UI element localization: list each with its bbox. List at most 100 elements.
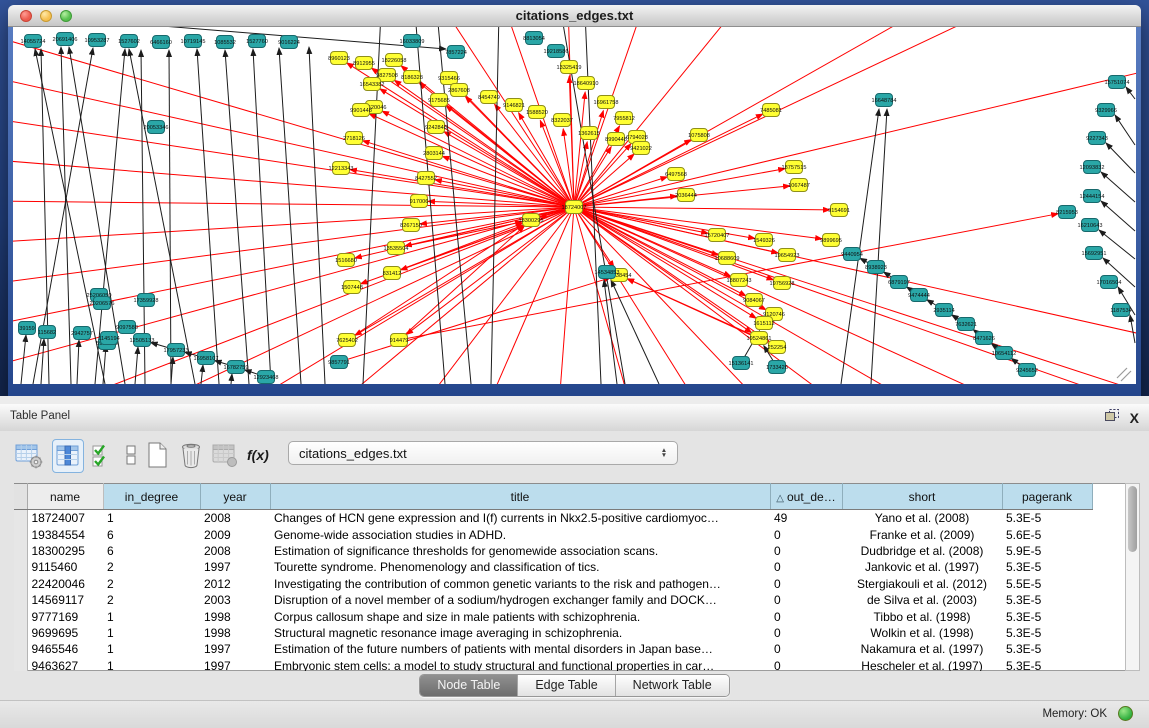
graph-node[interactable]: 16210643 [1078,219,1103,232]
graph-node[interactable]: 2036444 [675,189,697,202]
cell-pagerank[interactable]: 5.6E-5 [1002,526,1092,542]
graph-node[interactable]: 9315466 [438,72,460,85]
graph-node[interactable]: 1085532 [214,36,236,49]
function-builder-icon[interactable]: f(x) [244,439,274,471]
graph-node[interactable]: 1187534 [1110,304,1131,317]
cell-in_degree[interactable]: 1 [103,608,200,624]
cell-name[interactable]: 9777169 [27,608,103,624]
graph-node[interactable]: 14534853 [595,266,620,279]
cell-year[interactable]: 2003 [200,592,270,608]
cell-pagerank[interactable]: 5.3E-5 [1002,641,1092,657]
tab-edge-table[interactable]: Edge Table [518,675,615,696]
cell-title[interactable]: Corpus callosum shape and size in male p… [270,608,770,624]
graph-node[interactable]: 8960123 [328,52,350,65]
graph-node[interactable]: 6879197 [888,276,910,289]
cell-pagerank[interactable]: 5.3E-5 [1002,625,1092,641]
graph-node[interactable]: 19654923 [775,249,800,262]
cell-short[interactable]: Dudbridge et al. (2008) [842,543,1002,559]
grow-box-icon[interactable] [1117,368,1131,381]
cell-in_degree[interactable]: 6 [103,543,200,559]
cell-pagerank[interactable]: 5.3E-5 [1002,592,1092,608]
graph-node[interactable]: 1527602 [118,35,140,48]
graph-node[interactable]: 1549326 [753,234,775,247]
cell-out_de[interactable]: 0 [770,526,842,542]
graph-node[interactable]: 7632621 [955,318,977,331]
graph-node[interactable]: 9016224 [278,36,300,49]
cell-in_degree[interactable]: 2 [103,592,200,608]
table-selector-dropdown[interactable]: citations_edges.txt ▲▼ [288,441,678,465]
graph-node[interactable]: 115682 [38,326,56,339]
scrollbar-thumb[interactable] [1128,486,1137,552]
graph-node[interactable]: 13325419 [557,61,582,74]
graph-node[interactable]: 1733426 [766,361,788,374]
close-window-button[interactable] [20,10,32,22]
graph-node[interactable]: 1516680 [335,254,357,267]
cell-pagerank[interactable]: 5.5E-5 [1002,576,1092,592]
close-panel-icon[interactable]: X [1130,410,1139,426]
table-row[interactable]: 969969511998Structural magnetic resonanc… [14,625,1092,641]
table-row[interactable]: 1872400712008Changes of HCN gene express… [14,510,1092,527]
graph-node[interactable]: 12213343 [329,162,354,175]
graph-node[interactable]: 12923468 [254,371,279,384]
graph-node[interactable]: 1588520 [526,106,548,119]
minimize-window-button[interactable] [40,10,52,22]
graph-node[interactable]: 14055724 [21,35,46,48]
cell-name[interactable]: 19384554 [27,526,103,542]
select-all-icon[interactable] [88,439,118,471]
graph-node[interactable]: 8215953 [1056,206,1078,219]
graph-node[interactable]: 18226058 [382,54,407,67]
zoom-window-button[interactable] [60,10,72,22]
cell-in_degree[interactable]: 1 [103,510,200,527]
graph-node[interactable]: 15751074 [1105,76,1130,89]
graph-node[interactable]: 1615112 [753,317,774,330]
cell-title[interactable]: Changes of HCN gene expression and I(f) … [270,510,770,527]
cell-out_de[interactable]: 0 [770,559,842,575]
table-row[interactable]: 1456911722003Disruption of a novel membe… [14,592,1092,608]
graph-node[interactable]: 1067487 [788,179,810,192]
graph-node[interactable]: 8471626 [973,332,995,345]
graph-node[interactable]: 18757515 [782,161,807,174]
graph-node[interactable]: 1527760 [246,35,268,48]
cell-title[interactable]: Estimation of significance thresholds fo… [270,543,770,559]
graph-node[interactable]: 8186328 [401,71,423,84]
graph-node[interactable]: 20206576 [90,297,115,310]
cell-in_degree[interactable]: 1 [103,625,200,641]
column-header-out_de[interactable]: △out_de… [770,484,842,510]
cell-title[interactable]: Genome-wide association studies in ADHD. [270,526,770,542]
cell-in_degree[interactable]: 6 [103,526,200,542]
graph-node[interactable]: 2867608 [448,84,470,97]
graph-node[interactable]: 917006 [410,195,429,208]
table-mode-icon[interactable] [14,439,44,471]
cell-short[interactable]: Franke et al. (2009) [842,526,1002,542]
cell-out_de[interactable]: 0 [770,576,842,592]
table-row[interactable]: 911546021997Tourette syndrome. Phenomeno… [14,559,1092,575]
graph-node[interactable]: 19756928 [770,277,795,290]
cell-out_de[interactable]: 0 [770,592,842,608]
cell-out_de[interactable]: 0 [770,625,842,641]
cell-year[interactable]: 2008 [200,510,270,527]
graph-node[interactable]: 2718126 [343,132,365,145]
cell-name[interactable]: 9465546 [27,641,103,657]
column-header-title[interactable]: title [270,484,770,510]
cell-in_degree[interactable]: 2 [103,576,200,592]
graph-node[interactable]: 8990448 [605,133,627,146]
graph-node[interactable]: 8912955 [353,57,375,70]
cell-in_degree[interactable]: 1 [103,641,200,657]
graph-node[interactable]: 252254 [768,341,787,354]
graph-node[interactable]: 7485081 [760,104,782,117]
graph-node[interactable]: 12505133 [130,334,155,347]
cell-year[interactable]: 1997 [200,641,270,657]
graph-node[interactable]: 10719145 [181,35,206,48]
cell-name[interactable]: 18724007 [27,510,103,527]
cell-title[interactable]: Structural magnetic resonance image aver… [270,625,770,641]
cell-short[interactable]: Yano et al. (2008) [842,510,1002,527]
graph-node[interactable]: 12093832 [1080,161,1105,174]
cell-title[interactable]: Investigating the contribution of common… [270,576,770,592]
graph-node[interactable]: 1075808 [688,129,710,142]
network-canvas[interactable]: 1872400718300295896012389129551822605898… [13,27,1136,384]
column-header-name[interactable]: name [27,484,103,510]
graph-node[interactable]: 15692951 [1082,247,1107,260]
graph-node[interactable]: 16543382 [360,78,385,91]
cell-title[interactable]: Tourette syndrome. Phenomenology and cla… [270,559,770,575]
graph-node[interactable]: 18300295 [519,214,544,227]
